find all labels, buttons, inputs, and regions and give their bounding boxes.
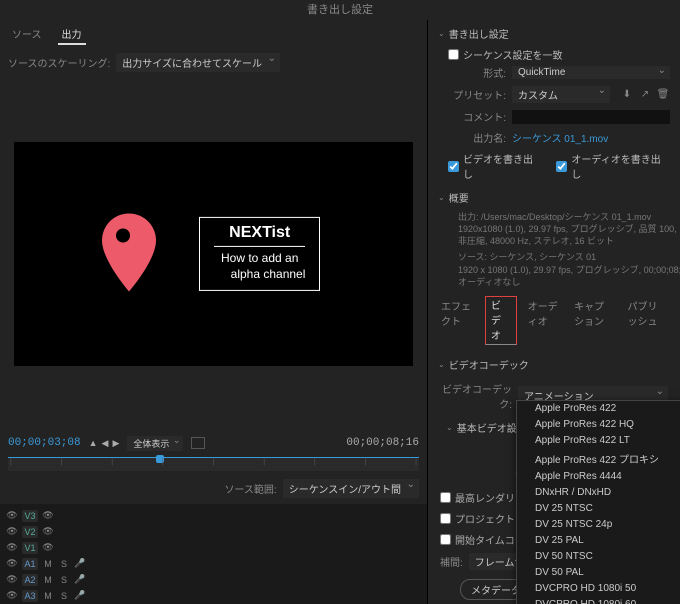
preview-subtitle: How to add an alpha channel (214, 251, 305, 282)
aspect-icon[interactable] (191, 437, 205, 449)
source-range-label: ソース範囲: (224, 481, 276, 496)
codec-header: ビデオコーデック (449, 357, 529, 372)
codec-menu-item[interactable]: Apple ProRes 422 (517, 401, 680, 417)
subtab-video[interactable]: ビデオ (485, 296, 517, 345)
export-audio-checkbox[interactable] (556, 161, 567, 172)
preview-area: NEXTist How to add an alpha channel (0, 76, 427, 432)
scaling-label: ソースのスケーリング: (8, 55, 110, 70)
track-row: 👁V3👁 (6, 508, 421, 524)
codec-menu-item[interactable]: DV 25 PAL (517, 533, 680, 549)
codec-menu-item[interactable]: DVCPRO HD 1080i 50 (517, 581, 680, 597)
source-range-dropdown[interactable]: シーケンスイン/アウト間 (283, 479, 419, 498)
format-dropdown[interactable]: QuickTime (512, 66, 670, 79)
codec-menu[interactable]: Apple ProRes 422Apple ProRes 422 HQApple… (516, 400, 680, 604)
track-row: 👁V2👁 (6, 524, 421, 540)
right-panel: ⌄書き出し設定 シーケンス設定を一致 形式:QuickTime プリセット:カス… (428, 20, 680, 604)
tab-source[interactable]: ソース (8, 24, 46, 45)
scaling-dropdown[interactable]: 出力サイズに合わせてスケール (116, 53, 280, 72)
track-row: 👁A1MS🎤 (6, 556, 421, 572)
codec-menu-item[interactable]: DNxHR / DNxHD (517, 485, 680, 501)
track-panel: 👁V3👁 👁V2👁 👁V1👁 👁A1MS🎤 👁A2MS🎤 👁A3MS🎤 (0, 504, 427, 604)
delete-preset-icon[interactable]: 🗑 (656, 89, 670, 100)
codec-menu-item[interactable]: DV 25 NTSC 24p (517, 517, 680, 533)
map-pin-icon (99, 213, 159, 294)
import-project-checkbox[interactable] (440, 513, 451, 524)
subtab-publish[interactable]: パブリッシュ (625, 296, 670, 345)
codec-menu-item[interactable]: Apple ProRes 4444 (517, 469, 680, 485)
subtab-effect[interactable]: エフェクト (438, 296, 477, 345)
tab-output[interactable]: 出力 (58, 24, 86, 45)
save-preset-icon[interactable]: ⬇ (620, 89, 634, 100)
codec-menu-item[interactable]: Apple ProRes 422 プロキシ (517, 449, 680, 469)
codec-menu-item[interactable]: Apple ProRes 422 HQ (517, 417, 680, 433)
export-settings-header: 書き出し設定 (449, 26, 509, 41)
preview-title: NEXTist (214, 224, 305, 247)
track-row: 👁V1👁 (6, 540, 421, 556)
total-timecode: 00;00;08;16 (346, 437, 419, 449)
codec-menu-item[interactable]: DV 50 NTSC (517, 549, 680, 565)
track-row: 👁A2MS🎤 (6, 572, 421, 588)
import-preset-icon[interactable]: ↗ (638, 89, 652, 100)
left-panel: ソース 出力 ソースのスケーリング: 出力サイズに合わせてスケール NEXTis… (0, 20, 428, 604)
summary-output: 出力: /Users/mac/Desktop/シーケンス 01_1.mov 19… (448, 211, 670, 247)
comment-input[interactable] (512, 110, 670, 124)
track-row: 👁A3MS🎤 (6, 588, 421, 604)
preset-dropdown[interactable]: カスタム (512, 86, 610, 103)
preview-title-card: NEXTist How to add an alpha channel (199, 217, 320, 291)
start-timecode-checkbox[interactable] (440, 534, 451, 545)
window-title: 書き出し設定 (0, 0, 680, 20)
output-name-link[interactable]: シーケンス 01_1.mov (512, 130, 608, 145)
playback-controls[interactable]: ▲◀▶ (89, 438, 120, 449)
preview-frame: NEXTist How to add an alpha channel (14, 142, 413, 366)
max-quality-checkbox[interactable] (440, 492, 451, 503)
current-timecode[interactable]: 00;00;03;08 (8, 437, 81, 449)
subtab-caption[interactable]: キャプション (571, 296, 616, 345)
subtab-audio[interactable]: オーディオ (525, 296, 563, 345)
codec-menu-item[interactable]: DV 25 NTSC (517, 501, 680, 517)
match-sequence-checkbox[interactable] (448, 49, 459, 60)
scrub-bar[interactable]: ||||||||| (8, 457, 419, 471)
display-dropdown[interactable]: 全体表示 (127, 436, 183, 451)
export-video-checkbox[interactable] (448, 161, 459, 172)
summary-header: 概要 (449, 190, 469, 205)
codec-menu-item[interactable]: DV 50 PAL (517, 565, 680, 581)
codec-menu-item[interactable]: Apple ProRes 422 LT (517, 433, 680, 449)
summary-source: ソース: シーケンス, シーケンス 01 1920 x 1080 (1.0), … (448, 251, 670, 287)
codec-menu-item[interactable]: DVCPRO HD 1080i 60 (517, 597, 680, 604)
